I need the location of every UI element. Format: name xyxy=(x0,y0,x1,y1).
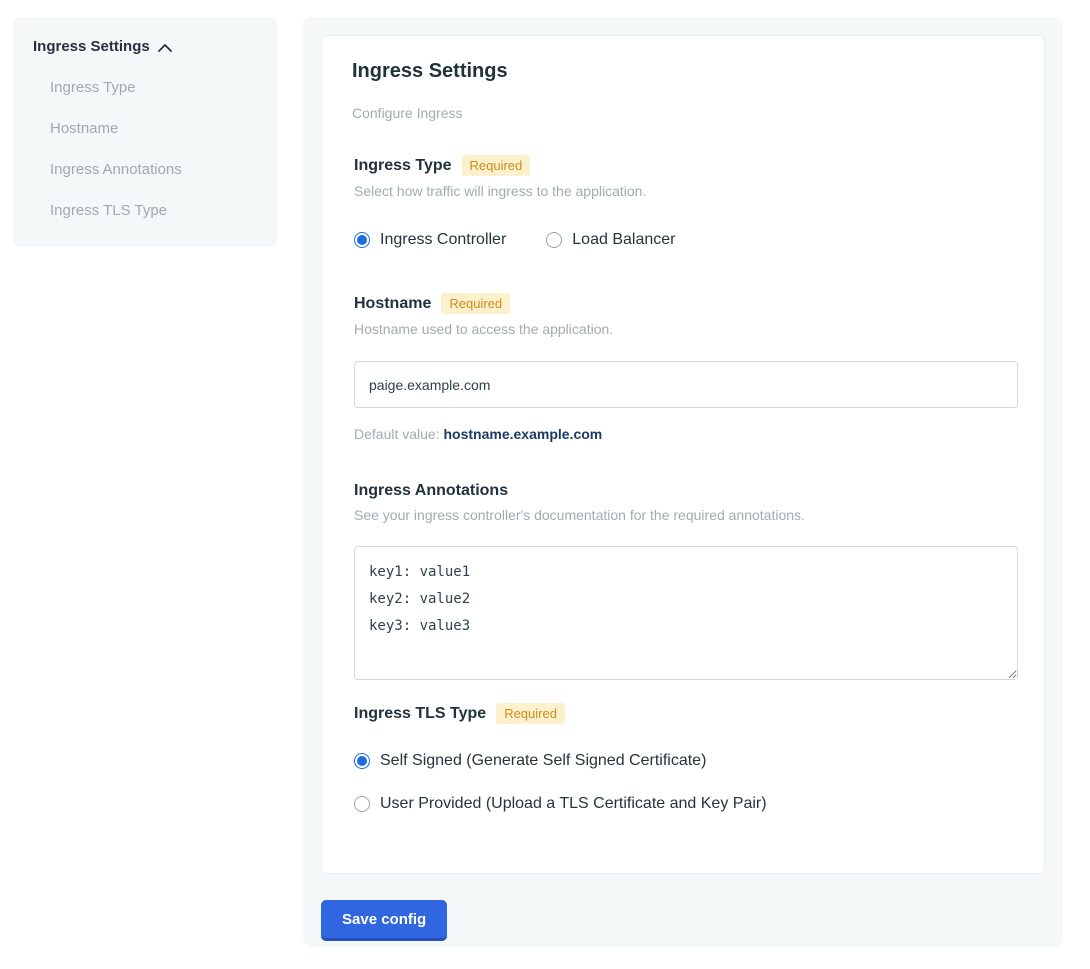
page-subtitle: Configure Ingress xyxy=(352,105,1014,121)
radio-label: Load Balancer xyxy=(572,231,675,249)
settings-sidebar: Ingress Settings Ingress Type Hostname I… xyxy=(13,17,277,247)
chevron-up-icon xyxy=(158,43,172,52)
ingress-annotations-textarea[interactable]: key1: value1 key2: value2 key3: value3 xyxy=(354,546,1018,680)
required-badge: Required xyxy=(496,703,565,724)
sidebar-group-ingress-settings[interactable]: Ingress Settings xyxy=(33,38,257,55)
required-badge: Required xyxy=(462,155,531,176)
section-help-ingress-type: Select how traffic will ingress to the a… xyxy=(354,183,1014,199)
radio-button-icon[interactable] xyxy=(546,232,562,248)
section-title-ingress-type: Ingress Type xyxy=(354,157,452,175)
ingress-settings-card: Ingress Settings Configure Ingress Ingre… xyxy=(321,35,1045,874)
sidebar-item-ingress-tls-type[interactable]: Ingress TLS Type xyxy=(50,202,257,219)
sidebar-item-hostname[interactable]: Hostname xyxy=(50,120,257,137)
page-title: Ingress Settings xyxy=(352,60,1014,83)
save-config-button[interactable]: Save config xyxy=(321,900,447,941)
section-ingress-tls-type: Ingress TLS Type Required Self Signed (G… xyxy=(354,703,1014,813)
tls-type-radio-group: Self Signed (Generate Self Signed Certif… xyxy=(354,752,1014,813)
config-main-panel: Ingress Settings Configure Ingress Ingre… xyxy=(303,17,1063,947)
radio-label: User Provided (Upload a TLS Certificate … xyxy=(380,795,767,813)
radio-button-icon[interactable] xyxy=(354,753,370,769)
sidebar-item-ingress-annotations[interactable]: Ingress Annotations xyxy=(50,161,257,178)
default-value-label: Default value: xyxy=(354,426,444,442)
section-hostname: Hostname Required Hostname used to acces… xyxy=(354,293,1014,442)
hostname-input[interactable] xyxy=(354,361,1018,408)
radio-label: Self Signed (Generate Self Signed Certif… xyxy=(380,752,706,770)
sidebar-group-label: Ingress Settings xyxy=(33,38,150,55)
radio-self-signed[interactable]: Self Signed (Generate Self Signed Certif… xyxy=(354,752,1014,770)
radio-ingress-controller[interactable]: Ingress Controller xyxy=(354,231,506,249)
radio-button-icon[interactable] xyxy=(354,232,370,248)
section-ingress-type: Ingress Type Required Select how traffic… xyxy=(354,155,1014,249)
required-badge: Required xyxy=(441,293,510,314)
radio-user-provided[interactable]: User Provided (Upload a TLS Certificate … xyxy=(354,795,1014,813)
section-help-ingress-annotations: See your ingress controller's documentat… xyxy=(354,507,1014,523)
section-title-hostname: Hostname xyxy=(354,295,431,313)
ingress-type-radio-group: Ingress Controller Load Balancer xyxy=(354,231,1014,249)
sidebar-item-ingress-type[interactable]: Ingress Type xyxy=(50,79,257,96)
radio-label: Ingress Controller xyxy=(380,231,506,249)
sidebar-item-list: Ingress Type Hostname Ingress Annotation… xyxy=(33,79,257,219)
radio-button-icon[interactable] xyxy=(354,796,370,812)
section-ingress-annotations: Ingress Annotations See your ingress con… xyxy=(354,482,1014,685)
radio-load-balancer[interactable]: Load Balancer xyxy=(546,231,675,249)
section-title-ingress-tls-type: Ingress TLS Type xyxy=(354,705,486,723)
hostname-default-line: Default value: hostname.example.com xyxy=(354,426,1014,442)
default-value-text: hostname.example.com xyxy=(444,426,603,442)
section-title-ingress-annotations: Ingress Annotations xyxy=(354,482,508,500)
section-help-hostname: Hostname used to access the application. xyxy=(354,321,1014,337)
